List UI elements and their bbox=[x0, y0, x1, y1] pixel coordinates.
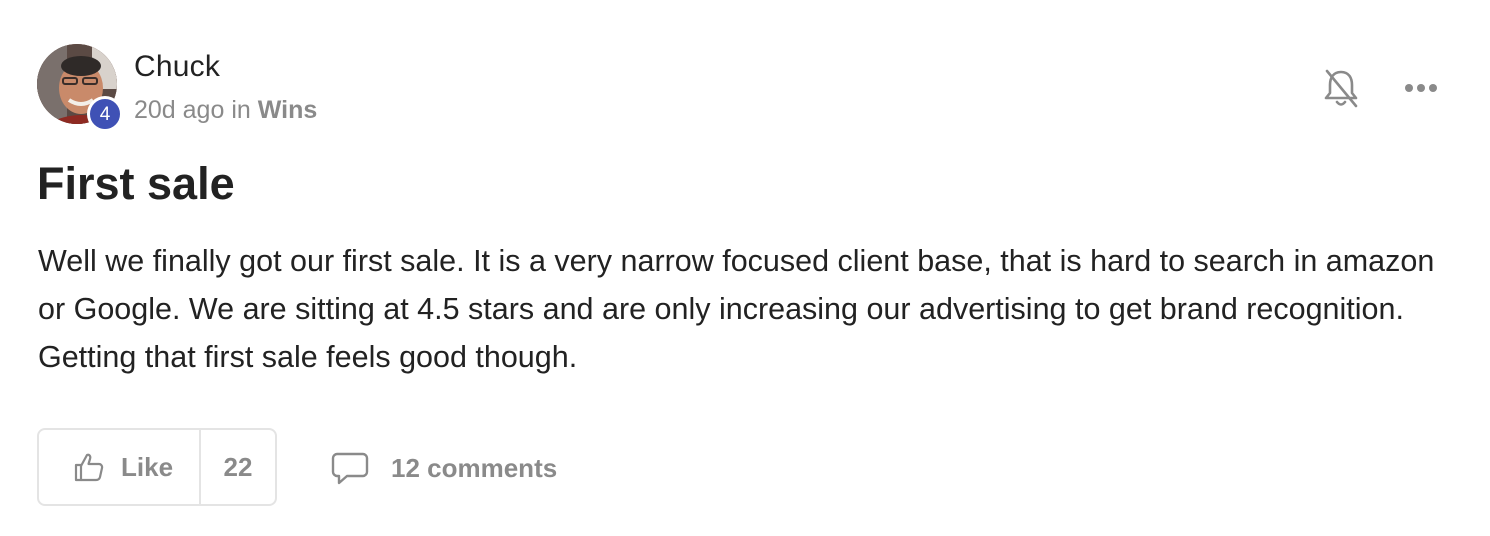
level-badge: 4 bbox=[87, 96, 123, 132]
post-title: First sale bbox=[37, 158, 235, 209]
comment-bubble-icon bbox=[331, 452, 369, 485]
author-name[interactable]: Chuck bbox=[134, 50, 220, 84]
post-meta: 20d ago in Wins bbox=[134, 96, 317, 125]
comments-button[interactable]: 12 comments bbox=[331, 448, 557, 488]
thumbs-up-icon bbox=[74, 453, 104, 482]
post-card: 4 Chuck 20d ago in Wins First sale Well … bbox=[0, 0, 1490, 536]
bell-off-icon bbox=[1324, 69, 1358, 108]
post-body: Well we finally got our first sale. It i… bbox=[38, 244, 1435, 374]
like-button[interactable]: Like bbox=[39, 430, 201, 504]
like-label: Like bbox=[121, 451, 174, 482]
like-control: Like 22 bbox=[37, 428, 277, 506]
author-avatar-container[interactable]: 4 bbox=[37, 44, 123, 132]
comments-count-label: 12 comments bbox=[391, 452, 558, 483]
post-category-link[interactable]: Wins bbox=[258, 96, 318, 124]
like-count[interactable]: 22 bbox=[201, 430, 275, 504]
notification-toggle-button[interactable] bbox=[1320, 66, 1362, 110]
post-time: 20d ago bbox=[134, 96, 225, 124]
more-options-button[interactable] bbox=[1400, 74, 1442, 102]
post-meta-in: in bbox=[231, 96, 251, 124]
more-horizontal-icon bbox=[1405, 84, 1437, 92]
